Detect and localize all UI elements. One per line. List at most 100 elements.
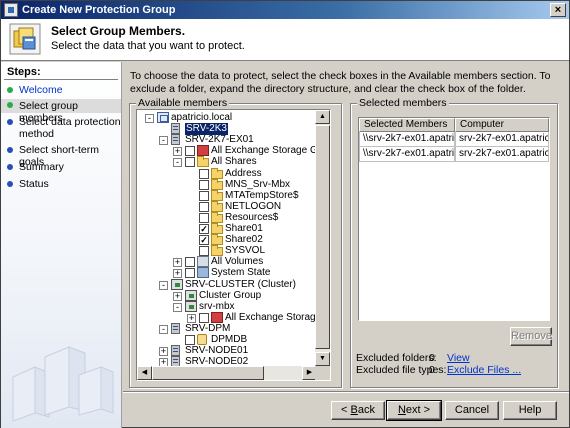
cluster-icon: [171, 278, 183, 290]
wizard-window: Create New Protection Group × Select Gro…: [0, 0, 570, 428]
collapse-icon[interactable]: -: [145, 114, 154, 123]
tree-node[interactable]: + SRV-NODE02: [137, 356, 317, 366]
collapse-icon[interactable]: -: [173, 158, 182, 168]
expand-icon[interactable]: +: [159, 358, 168, 366]
scroll-thumb[interactable]: [152, 366, 264, 380]
volume-icon: [197, 256, 209, 268]
available-members-tree[interactable]: - apatricio.local SRV-2K3- SRV-2K7-EX01 + All…: [136, 109, 331, 381]
exchange-icon: [197, 145, 209, 157]
member-checkbox[interactable]: ✓: [199, 235, 209, 246]
steps-sidebar: Steps: Welcome Select group members Sele…: [1, 62, 122, 428]
view-excluded-folders-link[interactable]: View: [447, 352, 470, 364]
scrollbar-corner: [315, 366, 330, 380]
scroll-thumb[interactable]: [315, 125, 330, 349]
member-checkbox[interactable]: [199, 168, 209, 179]
folder-icon: [211, 234, 223, 246]
step-dot-icon: [7, 164, 13, 170]
member-checkbox[interactable]: [185, 257, 195, 268]
server-icon: [171, 356, 180, 366]
close-button[interactable]: ×: [550, 3, 566, 17]
member-checkbox[interactable]: [199, 246, 209, 257]
remove-button-label: Remove: [511, 330, 552, 342]
cell-computer: srv-2k7-ex01.apatricio.l...: [455, 132, 549, 147]
expand-icon[interactable]: +: [173, 258, 182, 268]
folder-icon: [211, 211, 223, 223]
title-bar[interactable]: Create New Protection Group ×: [1, 1, 569, 19]
available-members-label: Available members: [136, 97, 230, 109]
cancel-button[interactable]: Cancel: [445, 401, 499, 420]
wizard-footer: < Back Next > Cancel Help: [123, 391, 569, 428]
tree-viewport: - apatricio.local SRV-2K3- SRV-2K7-EX01 + All…: [137, 110, 317, 366]
back-label-prefix: <: [341, 404, 351, 416]
steps-title: Steps:: [7, 66, 41, 78]
excluded-folders-count: 0: [429, 352, 435, 364]
next-label-accesskey: N: [397, 404, 406, 416]
protection-group-icon: [9, 23, 41, 55]
step-label: Select data protection method: [19, 116, 121, 140]
step-dot-icon: [7, 181, 13, 187]
member-checkbox[interactable]: [199, 212, 209, 223]
page-subtitle: Select the data that you want to protect…: [51, 40, 245, 52]
member-checkbox[interactable]: [199, 190, 209, 201]
folder-icon: [211, 245, 223, 257]
member-checkbox[interactable]: [185, 335, 195, 345]
column-header-selected-members[interactable]: Selected Members: [359, 118, 455, 132]
steps-divider: [4, 79, 118, 80]
expand-icon[interactable]: +: [173, 291, 182, 301]
member-checkbox[interactable]: [199, 201, 209, 212]
tree-horizontal-scrollbar[interactable]: ◀ ▶: [137, 366, 317, 380]
instructions-text: To choose the data to protect, select th…: [130, 70, 551, 95]
cell-selected-member: \\srv-2k7-ex01.apatrici...: [359, 132, 455, 147]
column-header-computer[interactable]: Computer: [455, 118, 549, 132]
step-status[interactable]: Status: [1, 178, 121, 191]
back-label-suffix: ack: [357, 404, 375, 416]
collapse-icon[interactable]: -: [173, 302, 182, 312]
selected-members-label: Selected members: [357, 97, 449, 109]
system-state-icon: [197, 267, 209, 279]
exchange-icon: [211, 311, 223, 323]
expand-icon[interactable]: +: [173, 147, 182, 157]
next-button[interactable]: Next >: [386, 400, 442, 421]
selected-members-list[interactable]: Selected Members Computer \\srv-2k7-ex01…: [358, 117, 550, 321]
collapse-icon[interactable]: -: [159, 280, 168, 290]
main-content: To choose the data to protect, select th…: [123, 62, 569, 392]
excluded-folders-label: Excluded folders:: [356, 352, 437, 364]
folder-icon: [197, 156, 209, 168]
cluster-icon: [185, 289, 197, 301]
help-button[interactable]: Help: [503, 401, 557, 420]
scroll-left-button[interactable]: ◀: [137, 366, 152, 380]
scroll-down-button[interactable]: ▼: [315, 352, 330, 366]
expand-icon[interactable]: +: [173, 269, 182, 279]
collapse-icon[interactable]: -: [159, 136, 168, 146]
expand-icon[interactable]: +: [187, 313, 196, 323]
member-checkbox[interactable]: [199, 312, 209, 323]
step-summary[interactable]: Summary: [1, 161, 121, 174]
cluster-icon: [185, 300, 197, 312]
list-header: Selected Members Computer: [359, 118, 549, 132]
list-item[interactable]: \\srv-2k7-ex01.apatrici... srv-2k7-ex01.…: [359, 132, 549, 147]
member-checkbox[interactable]: [185, 146, 195, 157]
member-checkbox[interactable]: [185, 157, 195, 168]
member-checkbox[interactable]: [199, 179, 209, 190]
step-welcome[interactable]: Welcome: [1, 84, 121, 97]
wizard-header: Select Group Members. Select the data th…: [1, 19, 569, 61]
excluded-file-types-count: 0: [429, 364, 435, 376]
tree-vertical-scrollbar[interactable]: ▲ ▼: [315, 110, 330, 366]
collapse-icon[interactable]: -: [159, 324, 168, 334]
expand-icon[interactable]: +: [159, 347, 168, 357]
back-button[interactable]: < Back: [331, 401, 385, 420]
member-checkbox[interactable]: ✓: [199, 224, 209, 234]
exclude-files-link[interactable]: Exclude Files ...: [447, 364, 521, 376]
server-icon: [171, 345, 180, 357]
folder-icon: [211, 178, 223, 190]
remove-button[interactable]: Remove: [510, 327, 552, 346]
folder-icon: [211, 189, 223, 201]
step-select-group-members[interactable]: Select group members: [1, 99, 121, 124]
member-checkbox[interactable]: [185, 268, 195, 279]
page-title: Select Group Members.: [51, 24, 186, 38]
list-item[interactable]: \\srv-2k7-ex01.apatrici... srv-2k7-ex01.…: [359, 147, 549, 162]
scroll-up-button[interactable]: ▲: [315, 110, 330, 124]
step-select-data-protection-method[interactable]: Select data protection method: [1, 116, 121, 142]
step-select-short-term-goals[interactable]: Select short-term goals: [1, 144, 121, 168]
cell-computer: srv-2k7-ex01.apatricio.l...: [455, 147, 549, 162]
